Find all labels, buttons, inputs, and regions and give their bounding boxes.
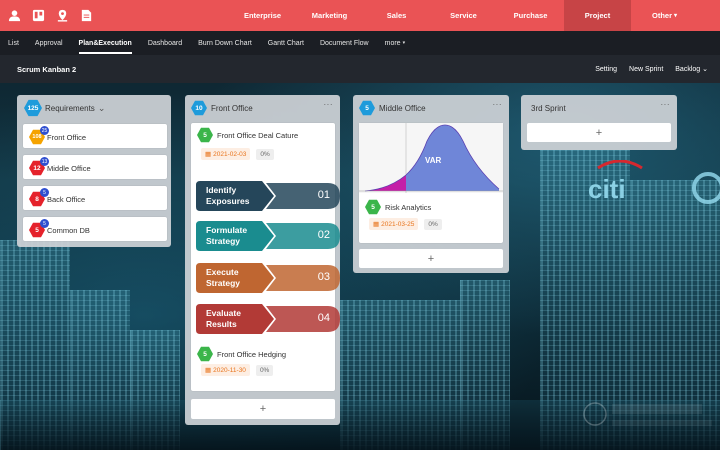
chevron-down-icon: ⌄ [702, 66, 708, 73]
card-title: Back Office [47, 194, 86, 204]
column-menu-icon[interactable]: ··· [324, 100, 334, 109]
third-sprint-column: 3rd Sprint ··· + [521, 95, 677, 150]
card-title: Front Office Deal Cature [217, 130, 299, 140]
tab-more[interactable]: more ▾ [377, 31, 413, 55]
module-service[interactable]: Service [430, 0, 497, 31]
requirements-column: 125 Requirements ⌄ 108 25 Front Office 12… [17, 95, 171, 247]
caret-down-icon: ▾ [674, 13, 678, 19]
count-hexagon: 5 [197, 346, 213, 362]
top-navigation-bar: Enterprise Marketing Sales Service Purch… [0, 0, 720, 31]
task-card[interactable]: 5 Front Office Deal Cature ▦ 2021-02-03 0… [191, 123, 340, 391]
count-badge: 25 [40, 126, 49, 135]
middle-office-column: 5 Middle Office ··· VAR 5 Risk Analytics… [353, 95, 509, 273]
setting-button[interactable]: Setting [595, 66, 617, 73]
count-hexagon: 5 [197, 127, 213, 143]
user-icon[interactable] [7, 9, 21, 23]
board-icon[interactable] [31, 9, 45, 23]
card-title: Front Office [47, 132, 87, 142]
calendar-icon: ▦ [205, 367, 212, 374]
column-title: Requirements [45, 103, 95, 113]
tab-plan-execution[interactable]: Plan&Execution [71, 31, 140, 55]
backlog-dropdown[interactable]: Backlog ⌄ [675, 65, 708, 73]
requirement-card[interactable]: 12 13 Middle Office [23, 155, 167, 179]
tab-document-flow[interactable]: Document Flow [312, 31, 377, 55]
module-purchase[interactable]: Purchase [497, 0, 564, 31]
column-header: 125 Requirements ⌄ [17, 95, 171, 117]
var-label: VAR [425, 156, 442, 165]
add-card-button[interactable]: + [359, 249, 503, 268]
step-evaluate-results: Evaluate Results 04 [196, 304, 340, 334]
card-title: Front Office Hedging [217, 349, 287, 359]
module-other[interactable]: Other ▾ [631, 0, 698, 31]
count-badge: 13 [40, 157, 49, 166]
card-title: Middle Office [47, 163, 91, 173]
due-date: ▦ 2021-02-03 [201, 148, 251, 160]
module-sales[interactable]: Sales [363, 0, 430, 31]
requirement-card[interactable]: 108 25 Front Office [23, 124, 167, 148]
location-icon[interactable] [55, 9, 69, 23]
sub-navigation: List Approval Plan&Execution Dashboard B… [0, 31, 720, 55]
count-badge: 5 [40, 219, 49, 228]
tab-burn-down-chart[interactable]: Burn Down Chart [190, 31, 260, 55]
column-menu-icon[interactable]: ··· [661, 100, 671, 109]
column-title: 3rd Sprint [531, 103, 566, 113]
column-header: 5 Middle Office ··· [353, 95, 509, 117]
count-hexagon: 5 [359, 100, 375, 116]
add-card-button[interactable]: + [191, 399, 335, 419]
tab-gantt-chart[interactable]: Gantt Chart [260, 31, 312, 55]
count-hexagon: 10 [191, 100, 207, 116]
progress-percent: 0% [256, 148, 274, 160]
new-sprint-button[interactable]: New Sprint [629, 66, 663, 73]
watermark-logo [583, 402, 712, 426]
count-hexagon: 5 [365, 199, 381, 215]
count-hexagon: 125 [24, 99, 42, 117]
module-enterprise[interactable]: Enterprise [229, 0, 296, 31]
calendar-icon: ▦ [205, 151, 212, 158]
progress-percent: 0% [424, 218, 442, 230]
column-menu-icon[interactable]: ··· [493, 100, 503, 109]
caret-down-icon: ▾ [402, 40, 406, 46]
card-title: Risk Analytics [385, 202, 432, 212]
column-header: 10 Front Office ··· [185, 95, 340, 117]
front-office-column: 10 Front Office ··· 5 Front Office Deal … [185, 95, 340, 425]
requirement-card[interactable]: 85 Back Office [23, 186, 167, 210]
citi-logo: citi [588, 160, 720, 204]
tab-dashboard[interactable]: Dashboard [140, 31, 190, 55]
card-title: Common DB [47, 225, 90, 235]
add-card-button[interactable]: + [527, 123, 671, 142]
due-date: ▦ 2020-11-30 [201, 364, 250, 376]
task-card[interactable]: VAR 5 Risk Analytics ▦ 2021-03-25 0% [359, 123, 503, 243]
module-project[interactable]: Project [564, 0, 631, 31]
calendar-icon: ▦ [373, 221, 380, 228]
tab-list[interactable]: List [0, 31, 27, 55]
column-title: Front Office [211, 103, 253, 113]
step-identify-exposures: Identify Exposures 01 [196, 181, 340, 211]
step-execute-strategy: Execute Strategy 03 [196, 263, 340, 293]
count-badge: 5 [40, 188, 49, 197]
svg-text:citi: citi [588, 174, 626, 204]
module-marketing[interactable]: Marketing [296, 0, 363, 31]
column-title: Middle Office [379, 103, 426, 113]
due-date: ▦ 2021-03-25 [369, 218, 419, 230]
column-header: 3rd Sprint ··· [521, 95, 677, 117]
requirement-card[interactable]: 55 Common DB [23, 217, 167, 241]
board-header: Scrum Kanban 2 Setting New Sprint Backlo… [0, 55, 720, 83]
chevron-down-icon[interactable]: ⌄ [98, 103, 106, 114]
tab-approval[interactable]: Approval [27, 31, 71, 55]
document-icon[interactable] [79, 9, 93, 23]
board-title: Scrum Kanban 2 [17, 64, 77, 74]
progress-percent: 0% [255, 364, 274, 376]
step-formulate-strategy: Formulate Strategy 02 [196, 221, 340, 251]
